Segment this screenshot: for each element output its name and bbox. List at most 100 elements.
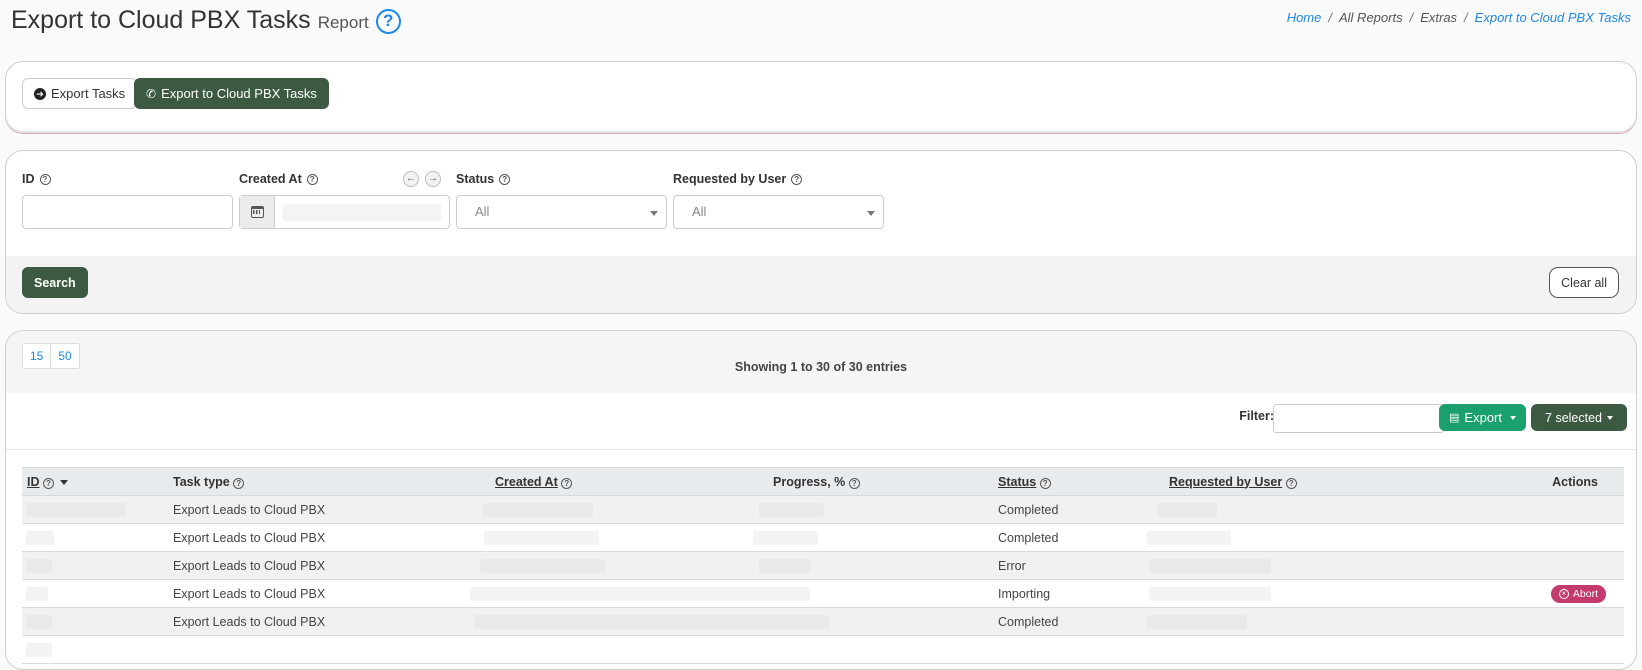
filters-card: ID ? Created At ? ← → Status ? All Reque…: [5, 150, 1637, 314]
search-button[interactable]: Search: [22, 267, 88, 298]
calendar-button[interactable]: [240, 196, 275, 228]
column-header-requested-by[interactable]: Requested by User ?: [1165, 467, 1478, 496]
breadcrumb-home[interactable]: Home: [1287, 10, 1322, 25]
page-subtitle: Report: [317, 13, 369, 32]
help-icon[interactable]: ?: [375, 9, 401, 34]
column-header-created-at[interactable]: Created At ?: [493, 467, 769, 496]
help-icon[interactable]: ?: [39, 173, 51, 185]
column-header-status-label: Status: [998, 474, 1037, 489]
chevron-down-icon: [1607, 415, 1613, 420]
id-filter-input[interactable]: [22, 195, 233, 229]
status-filter-value: All: [475, 204, 490, 219]
redacted-user: [1147, 530, 1231, 545]
redacted-id: [26, 614, 52, 629]
arrow-right-icon[interactable]: →: [425, 171, 441, 187]
phone-icon: ✆: [146, 86, 157, 101]
tasks-table: ID ? Task type ? Created At ? Progress, …: [22, 467, 1624, 664]
table-filter-input[interactable]: [1273, 404, 1444, 433]
clear-all-button[interactable]: Clear all: [1549, 267, 1619, 298]
redacted-id: [26, 586, 48, 601]
breadcrumb-current[interactable]: Export to Cloud PBX Tasks: [1475, 10, 1631, 25]
divider: [6, 449, 1636, 450]
export-tasks-label: Export Tasks: [51, 86, 126, 101]
status-cell: Error: [994, 551, 1165, 580]
breadcrumb-separator: /: [1328, 10, 1332, 25]
status-filter-select[interactable]: All: [456, 195, 667, 229]
chevron-down-icon: [867, 211, 875, 216]
column-header-created-at-label: Created At: [495, 474, 558, 489]
column-header-requested-by-label: Requested by User: [1169, 474, 1283, 489]
task-type-cell: Export Leads to Cloud PBX: [173, 523, 493, 552]
table-toolbar: 15 50 Showing 1 to 30 of 30 entries: [6, 331, 1636, 393]
column-header-actions: Actions: [1478, 467, 1624, 496]
help-icon[interactable]: ?: [1285, 477, 1297, 489]
actions-cell: [1478, 523, 1624, 552]
task-type-cell: Export Leads to Cloud PBX: [173, 495, 493, 524]
abort-button[interactable]: × Abort: [1550, 584, 1606, 603]
table-filter-label: Filter:: [1239, 409, 1274, 423]
redacted-id: [26, 502, 126, 517]
entries-info: Showing 1 to 30 of 30 entries: [734, 360, 908, 374]
breadcrumb-extras[interactable]: Extras: [1420, 10, 1457, 25]
help-icon[interactable]: ?: [42, 477, 54, 489]
table-row[interactable]: Export Leads to Cloud PBX Completed: [22, 607, 1624, 636]
redacted-user: [1149, 558, 1271, 573]
requested-by-filter-select[interactable]: All: [673, 195, 884, 229]
redacted-created-at: [474, 614, 829, 629]
redacted-created-at: [483, 502, 593, 517]
close-circle-icon: ×: [1558, 588, 1569, 599]
column-header-progress: Progress, % ?: [769, 467, 994, 496]
redacted-created-at: [484, 530, 599, 545]
arrow-circle-right-icon: ➔: [34, 87, 46, 100]
actions-cell: [1478, 607, 1624, 636]
breadcrumb-separator: /: [1409, 10, 1414, 25]
help-icon[interactable]: ?: [306, 173, 318, 185]
redacted-user: [1147, 614, 1247, 629]
column-header-status[interactable]: Status ?: [994, 467, 1165, 496]
chevron-down-icon: [650, 211, 658, 216]
status-cell: Importing: [994, 579, 1165, 608]
help-icon[interactable]: ?: [233, 477, 245, 489]
page-title: Export to Cloud PBX Tasks Report ?: [11, 6, 401, 36]
column-header-id[interactable]: ID ?: [22, 467, 173, 496]
filter-footer: Search Clear all: [6, 256, 1636, 313]
redacted-created-at: [470, 586, 810, 601]
column-header-task-type-label: Task type: [173, 474, 230, 489]
sort-desc-icon: [59, 479, 68, 485]
id-filter-label-text: ID: [22, 172, 35, 186]
table-row[interactable]: Export Leads to Cloud PBX Completed: [22, 495, 1624, 524]
help-icon[interactable]: ?: [791, 173, 803, 185]
requested-by-filter-label-text: Requested by User: [673, 172, 787, 186]
help-icon[interactable]: ?: [848, 477, 860, 489]
file-excel-icon: ▤: [1449, 412, 1460, 424]
export-button[interactable]: ▤ Export: [1439, 404, 1526, 431]
table-row[interactable]: [22, 635, 1624, 664]
created-at-filter-label-text: Created At: [239, 172, 302, 186]
table-row[interactable]: Export Leads to Cloud PBX Importing × Ab…: [22, 579, 1624, 608]
status-cell: Completed: [994, 495, 1165, 524]
chevron-down-icon: [1510, 415, 1516, 420]
created-at-filter-input[interactable]: [239, 195, 450, 229]
breadcrumb-all-reports[interactable]: All Reports: [1339, 10, 1403, 25]
status-cell: Completed: [994, 523, 1165, 552]
export-button-label: Export: [1464, 410, 1502, 425]
export-cloud-pbx-label: Export to Cloud PBX Tasks: [161, 86, 317, 101]
columns-selected-button[interactable]: 7 selected: [1531, 404, 1627, 431]
help-icon[interactable]: ?: [1039, 477, 1051, 489]
task-type-cell: Export Leads to Cloud PBX: [173, 607, 493, 636]
redacted-user: [1149, 586, 1271, 601]
page-title-text: Export to Cloud PBX Tasks: [11, 6, 311, 34]
export-tasks-tab[interactable]: ➔ Export Tasks: [22, 78, 138, 109]
export-cloud-pbx-tab[interactable]: ✆ Export to Cloud PBX Tasks: [134, 78, 329, 109]
help-icon[interactable]: ?: [561, 477, 573, 489]
date-range-value: [283, 204, 441, 221]
table-header-row: ID ? Task type ? Created At ? Progress, …: [22, 467, 1624, 496]
status-filter-label: Status ?: [456, 172, 511, 186]
table-row[interactable]: Export Leads to Cloud PBX Completed: [22, 523, 1624, 552]
results-card: 15 50 Showing 1 to 30 of 30 entries Filt…: [5, 330, 1637, 670]
redacted-progress: [759, 558, 811, 573]
arrow-left-icon[interactable]: ←: [403, 171, 419, 187]
column-header-task-type: Task type ?: [173, 467, 493, 496]
table-row[interactable]: Export Leads to Cloud PBX Error: [22, 551, 1624, 580]
help-icon[interactable]: ?: [499, 173, 511, 185]
